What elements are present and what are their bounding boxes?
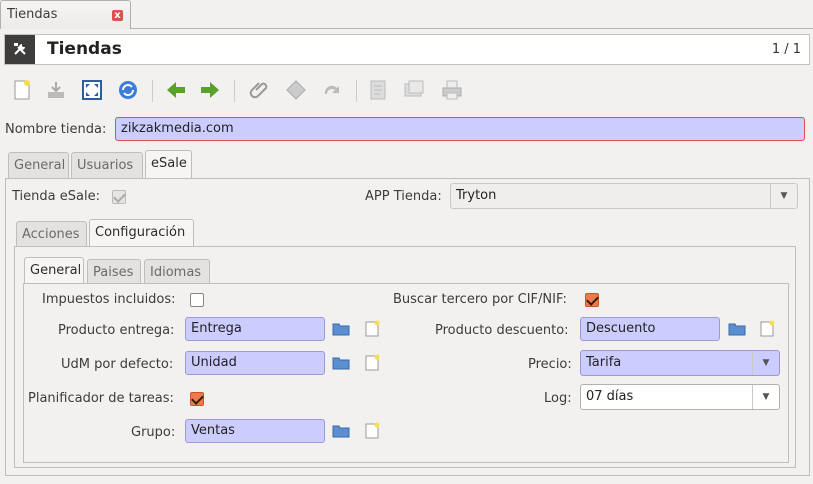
redo-icon[interactable] (320, 78, 344, 102)
app-tienda-label: APP Tienda: (365, 189, 442, 204)
new-document-icon[interactable] (363, 320, 381, 338)
folder-icon[interactable] (332, 354, 350, 372)
new-document-icon[interactable] (10, 78, 34, 102)
impuestos-checkbox[interactable] (190, 293, 204, 307)
arrow-left-icon[interactable] (164, 78, 188, 102)
subtab-configuracion[interactable]: Configuración (89, 219, 194, 247)
configuracion-panel: General Paises Idiomas Impuestos incluid… (14, 246, 796, 468)
paperclip-icon[interactable] (248, 78, 272, 102)
log-label: Log: (544, 391, 572, 406)
chevron-down-icon: ▼ (752, 385, 779, 409)
document-tab-label: Tiendas (7, 7, 58, 22)
precio-label: Precio: (528, 357, 572, 372)
config-tab-idiomas[interactable]: Idiomas (144, 259, 210, 285)
tab-usuarios[interactable]: Usuarios (71, 152, 143, 178)
config-tab-general[interactable]: General (24, 257, 84, 285)
grupo-label: Grupo: (131, 425, 176, 440)
print-icon[interactable] (440, 78, 464, 102)
planificador-label: Planificador de tareas: (28, 391, 174, 406)
tienda-esale-label: Tienda eSale: (12, 189, 100, 204)
producto-entrega-field[interactable]: Entrega (185, 317, 325, 341)
report-icon[interactable] (366, 78, 390, 102)
producto-descuento-label: Producto descuento: (435, 323, 569, 338)
save-icon[interactable] (44, 78, 68, 102)
chevron-down-icon: ▼ (752, 351, 779, 375)
new-document-icon[interactable] (363, 354, 381, 372)
title-bar: Tiendas 1 / 1 (4, 34, 810, 65)
record-counter: 1 / 1 (771, 42, 801, 57)
chevron-down-icon: ▼ (770, 184, 797, 208)
document-tab-tiendas[interactable]: Tiendas x (0, 0, 131, 29)
udm-field[interactable]: Unidad (185, 351, 325, 375)
app-tienda-value: Tryton (456, 188, 497, 203)
email-icon[interactable] (402, 78, 426, 102)
toolbar (4, 74, 810, 108)
folder-icon[interactable] (332, 422, 350, 440)
subtab-acciones[interactable]: Acciones (16, 221, 87, 247)
refresh-icon[interactable] (116, 78, 140, 102)
producto-descuento-field[interactable]: Descuento (580, 317, 720, 341)
udm-label: UdM por defecto: (61, 357, 174, 372)
app-tienda-select: Tryton ▼ (450, 183, 798, 209)
precio-select[interactable]: Tarifa ▼ (580, 350, 780, 376)
impuestos-label: Impuestos incluidos: (42, 292, 176, 307)
producto-entrega-label: Producto entrega: (58, 323, 175, 338)
buscar-checkbox[interactable] (585, 293, 599, 307)
buscar-label: Buscar tercero por CIF/NIF: (393, 292, 567, 307)
name-label: Nombre tienda: (5, 122, 107, 137)
new-document-icon[interactable] (363, 422, 381, 440)
name-field[interactable]: zikzakmedia.com (115, 117, 805, 141)
precio-value: Tarifa (586, 355, 622, 370)
log-value: 07 días (586, 389, 634, 404)
toolbar-separator (356, 80, 357, 102)
folder-icon[interactable] (728, 320, 746, 338)
grupo-field[interactable]: Ventas (185, 419, 325, 443)
folder-icon[interactable] (332, 320, 350, 338)
document-tab-strip: Tiendas x (0, 0, 813, 29)
config-general-panel: Impuestos incluidos: Buscar tercero por … (23, 283, 789, 463)
page-title: Tiendas (47, 39, 122, 59)
log-select[interactable]: 07 días ▼ (580, 384, 780, 410)
tab-general[interactable]: General (8, 152, 69, 178)
arrow-right-icon[interactable] (198, 78, 222, 102)
new-document-icon[interactable] (758, 320, 776, 338)
toolbar-separator (234, 80, 235, 102)
esale-panel: Tienda eSale: APP Tienda: Tryton ▼ Accio… (5, 178, 810, 476)
tienda-esale-checkbox (112, 190, 126, 204)
planificador-checkbox[interactable] (190, 392, 204, 406)
fullscreen-icon[interactable] (80, 78, 104, 102)
config-tab-paises[interactable]: Paises (87, 259, 141, 285)
tab-esale[interactable]: eSale (145, 150, 192, 178)
gear-icon[interactable] (284, 78, 308, 102)
toolbar-separator (152, 80, 153, 102)
tools-icon (5, 35, 35, 64)
close-icon[interactable]: x (112, 10, 123, 21)
